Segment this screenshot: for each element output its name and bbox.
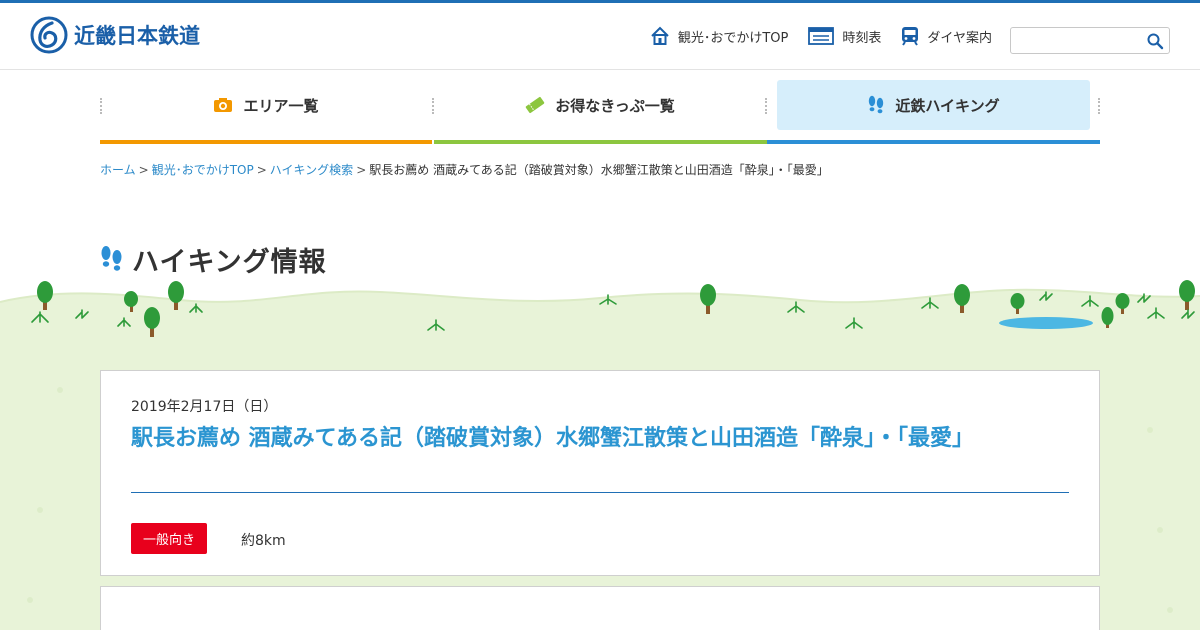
utility-links: 観光･おでかけTOP 時刻表 ダイヤ案内: [630, 26, 992, 46]
nav-item-ticket-list[interactable]: お得なきっぷ一覧: [434, 80, 766, 130]
footprints-icon: [869, 95, 884, 114]
details-card: [100, 586, 1100, 630]
kintetsu-logo[interactable]: 近畿日本鉄道: [30, 16, 200, 54]
event-date: 2019年2月17日（日）: [131, 399, 278, 415]
hiking-event-card: 2019年2月17日（日） 駅長お薦め 酒蔵みてある記（踏破賞対象）水郷蟹江散策…: [100, 370, 1100, 576]
breadcrumb-link-sightseeing-top[interactable]: 観光･おでかけTOP: [152, 163, 254, 177]
camera-icon: [214, 98, 233, 112]
breadcrumb: ホーム > 観光･おでかけTOP > ハイキング検索 > 駅長お薦め 酒蔵みてある記（踏破賞…: [100, 163, 829, 177]
nav-underline-orange: [100, 140, 432, 144]
header-link-sightseeing-top[interactable]: 観光･おでかけTOP: [650, 26, 789, 46]
breadcrumb-link-home[interactable]: ホーム: [100, 163, 136, 177]
header-link-label: 観光･おでかけTOP: [677, 30, 789, 46]
nav-underline-green: [434, 140, 767, 144]
nav-item-kintetsu-hiking[interactable]: 近鉄ハイキング: [777, 80, 1090, 130]
nav-underline-blue: [767, 140, 1100, 144]
nav-item-label: 近鉄ハイキング: [895, 96, 1000, 115]
home-icon: [651, 26, 669, 45]
nav-divider: [1098, 98, 1100, 114]
header-link-label: 時刻表: [842, 30, 882, 46]
header-link-dia-guide[interactable]: ダイヤ案内: [901, 26, 992, 46]
site-search: [1010, 27, 1170, 54]
breadcrumb-link-hiking-search[interactable]: ハイキング検索: [270, 163, 353, 177]
global-nav: エリア一覧 お得なきっぷ一覧 近鉄ハイキング: [0, 70, 1200, 146]
logo-text: 近畿日本鉄道: [74, 24, 200, 48]
kintetsu-logo-icon: [30, 16, 68, 54]
level-badge: 一般向き: [131, 523, 207, 554]
footprints-icon: [101, 245, 122, 271]
nav-item-label: エリア一覧: [243, 96, 319, 115]
ticket-icon: [526, 96, 545, 114]
header-link-label: ダイヤ案内: [927, 30, 992, 46]
page-title: ハイキング情報: [100, 240, 327, 279]
breadcrumb-current: 駅長お薦め 酒蔵みてある記（踏破賞対象）水郷蟹江散策と山田酒造「酔泉」・「最愛」: [369, 163, 829, 177]
title-divider: [131, 492, 1069, 493]
nav-item-label: お得なきっぷ一覧: [555, 96, 675, 115]
page-title-text: ハイキング情報: [132, 247, 327, 278]
event-title: 駅長お薦め 酒蔵みてある記（踏破賞対象）水郷蟹江散策と山田酒造「酔泉」・「最愛」: [131, 426, 975, 451]
timetable-icon: [808, 27, 835, 45]
event-distance: 約8km: [241, 533, 286, 549]
site-header: 近畿日本鉄道 観光･おでかけTOP 時刻表 ダイヤ案内: [0, 3, 1200, 70]
header-link-timetable[interactable]: 時刻表: [808, 27, 881, 46]
nav-item-area-list[interactable]: エリア一覧: [100, 80, 432, 130]
train-icon: [902, 27, 919, 46]
search-icon[interactable]: [1146, 32, 1164, 50]
search-input[interactable]: [1011, 28, 1139, 53]
